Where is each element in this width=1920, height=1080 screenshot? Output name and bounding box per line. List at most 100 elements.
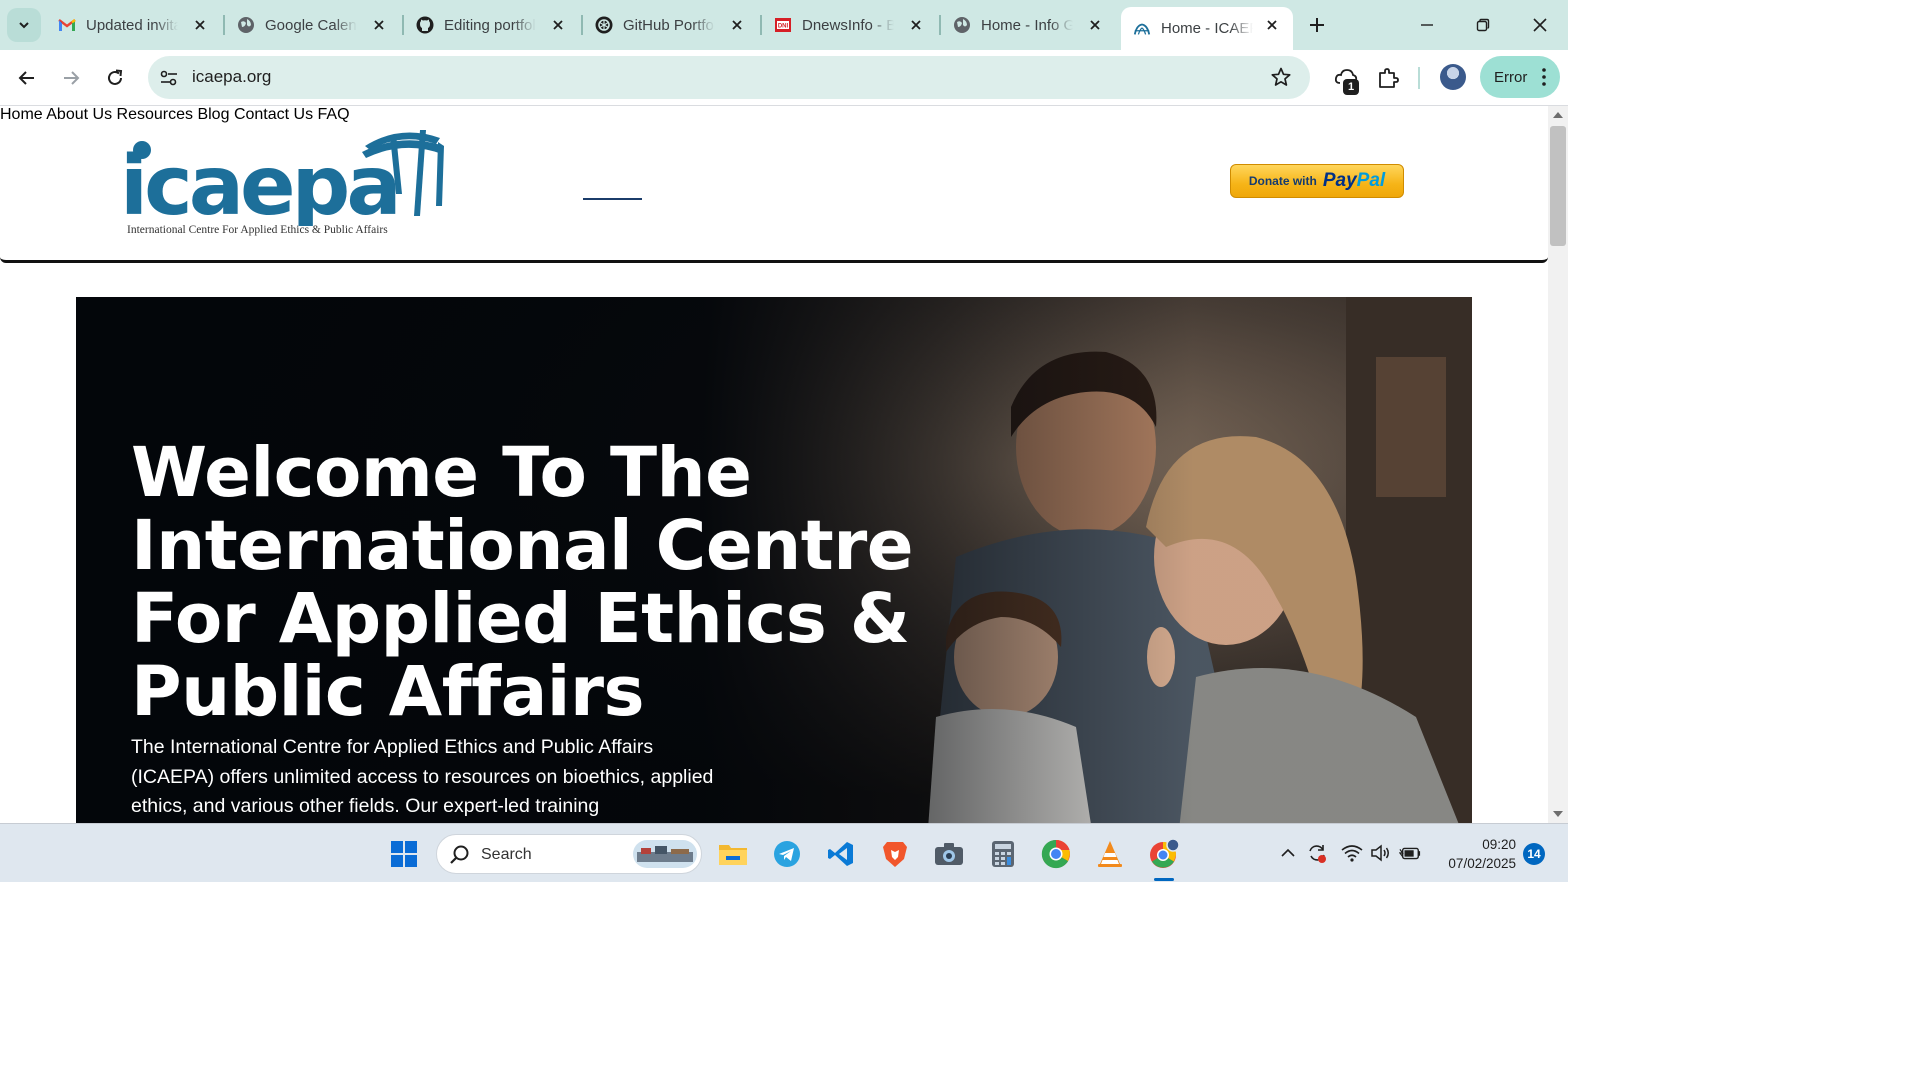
volume-icon[interactable]	[1370, 842, 1392, 864]
new-tab-button[interactable]	[1305, 13, 1329, 37]
svg-text:DNI: DNI	[778, 24, 789, 30]
tab-github-editing[interactable]: Editing portfolio	[404, 7, 579, 43]
clock-time: 09:20	[1482, 837, 1516, 852]
nav-blog[interactable]: Blog	[197, 106, 229, 123]
tab-gmail[interactable]: Updated invitation	[46, 7, 221, 43]
file-explorer-icon[interactable]	[715, 836, 751, 872]
battery-charging-icon[interactable]	[1399, 842, 1421, 864]
globe-logo-icon: icaepa	[120, 130, 444, 226]
close-icon[interactable]	[191, 16, 209, 34]
tab-info-home[interactable]: Home - Info G	[941, 7, 1116, 43]
close-icon[interactable]	[549, 16, 567, 34]
clock-date: 07/02/2025	[1448, 856, 1516, 871]
site-logo[interactable]: icaepa International Centre For Applied …	[120, 126, 460, 241]
tab-search-button[interactable]	[7, 8, 41, 42]
close-icon[interactable]	[370, 16, 388, 34]
more-vert-icon[interactable]	[1542, 68, 1546, 86]
puzzle-icon	[1379, 68, 1399, 88]
nav-contact-us[interactable]: Contact Us	[234, 106, 313, 123]
globe-icon	[237, 16, 255, 34]
extensions-button[interactable]	[1374, 64, 1402, 92]
logo-tagline: International Centre For Applied Ethics …	[127, 224, 388, 236]
scroll-down-arrow-icon[interactable]	[1553, 811, 1563, 817]
reload-button[interactable]	[101, 64, 129, 92]
tab-icaepa-active[interactable]: Home - ICAEPA	[1121, 7, 1293, 50]
toolbar-divider	[1418, 67, 1420, 89]
plus-icon	[1310, 18, 1324, 32]
chrome-icon[interactable]	[1038, 836, 1074, 872]
donate-paypal-button[interactable]: Donate with Pay Pal	[1230, 164, 1404, 198]
hero-title: Welcome To The International Centre For …	[131, 433, 914, 732]
svg-text:icaepa: icaepa	[120, 139, 398, 226]
search-placeholder: Search	[481, 846, 532, 863]
star-icon[interactable]	[1270, 66, 1292, 88]
site-header: icaepa International Centre For Applied …	[0, 106, 1548, 263]
profile-avatar[interactable]	[1440, 64, 1466, 90]
page-scrollbar[interactable]	[1548, 106, 1568, 823]
nav-active-underline	[583, 198, 642, 200]
profile-status-label: Error	[1494, 68, 1528, 86]
windows-taskbar: Search 09:20 07/02/2025 14	[0, 823, 1568, 882]
forward-button[interactable]	[57, 64, 85, 92]
arrow-right-icon	[64, 71, 80, 85]
show-hidden-icons-chevron-up-icon[interactable]	[1277, 842, 1299, 864]
github-icon	[416, 16, 434, 34]
tab-dnewsinfo[interactable]: DNI DnewsInfo - B	[762, 7, 937, 43]
camera-app-icon[interactable]	[931, 836, 967, 872]
hero-section: Welcome To The International Centre For …	[76, 297, 1472, 823]
tab-title: Home - ICAEPA	[1161, 20, 1253, 37]
nav-home[interactable]: Home	[0, 106, 43, 123]
gmail-icon	[58, 16, 76, 34]
restore-icon	[1476, 18, 1490, 32]
search-icon	[450, 845, 469, 864]
close-icon[interactable]	[1086, 16, 1104, 34]
tab-google-calendar[interactable]: Google Calendar	[225, 7, 400, 43]
tab-title: Google Calendar	[265, 16, 357, 34]
paypal-logo-pay: Pay	[1322, 170, 1357, 191]
browser-toolbar: icaepa.org	[0, 50, 1568, 106]
tab-github-portfolio[interactable]: GitHub Portfolio	[583, 7, 758, 43]
back-button[interactable]	[13, 64, 41, 92]
tab-title: Home - Info G	[981, 16, 1073, 34]
close-icon[interactable]	[1263, 16, 1281, 34]
close-icon[interactable]	[728, 16, 746, 34]
taskbar-search-box[interactable]: Search	[436, 834, 702, 874]
system-clock[interactable]: 09:20 07/02/2025	[1432, 835, 1516, 873]
vscode-icon[interactable]	[823, 836, 859, 872]
profile-error-button[interactable]: Error	[1480, 56, 1560, 98]
url-text[interactable]: icaepa.org	[192, 67, 271, 87]
close-icon	[1533, 18, 1547, 32]
donate-label: Donate with	[1248, 174, 1317, 188]
vlc-icon[interactable]	[1092, 836, 1128, 872]
notification-count-badge[interactable]: 14	[1523, 843, 1545, 865]
search-highlight-image	[633, 840, 697, 868]
calculator-icon[interactable]	[985, 836, 1021, 872]
reload-icon	[108, 69, 123, 85]
start-button[interactable]	[386, 836, 422, 872]
nav-faq[interactable]: FAQ	[318, 106, 350, 123]
site-info-icon[interactable]	[158, 67, 180, 89]
minimize-icon	[1421, 24, 1433, 26]
page-viewport: icaepa International Centre For Applied …	[0, 106, 1548, 823]
sync-status-icon[interactable]	[1306, 842, 1328, 864]
arrow-left-icon	[18, 71, 34, 85]
dnews-icon: DNI	[774, 16, 792, 34]
scroll-up-arrow-icon[interactable]	[1553, 112, 1563, 118]
scrollbar-thumb[interactable]	[1550, 126, 1566, 246]
wifi-icon[interactable]	[1341, 842, 1363, 864]
nav-resources[interactable]: Resources	[117, 106, 193, 123]
close-window-button[interactable]	[1527, 12, 1553, 38]
openai-icon	[595, 16, 613, 34]
minimize-button[interactable]	[1414, 12, 1440, 38]
telegram-icon[interactable]	[769, 836, 805, 872]
extension-badge: 1	[1343, 79, 1359, 95]
hero-description: The International Centre for Applied Eth…	[131, 736, 714, 817]
nav-about-us[interactable]: About Us	[46, 106, 112, 123]
close-icon[interactable]	[907, 16, 925, 34]
browser-tab-strip: Updated invitation Google Calendar Editi…	[0, 0, 1568, 50]
restore-button[interactable]	[1470, 12, 1496, 38]
address-bar[interactable]: icaepa.org	[148, 56, 1310, 99]
brave-browser-icon[interactable]	[877, 836, 913, 872]
tab-title: DnewsInfo - B	[802, 16, 894, 34]
chrome-profile-icon[interactable]	[1146, 836, 1182, 872]
